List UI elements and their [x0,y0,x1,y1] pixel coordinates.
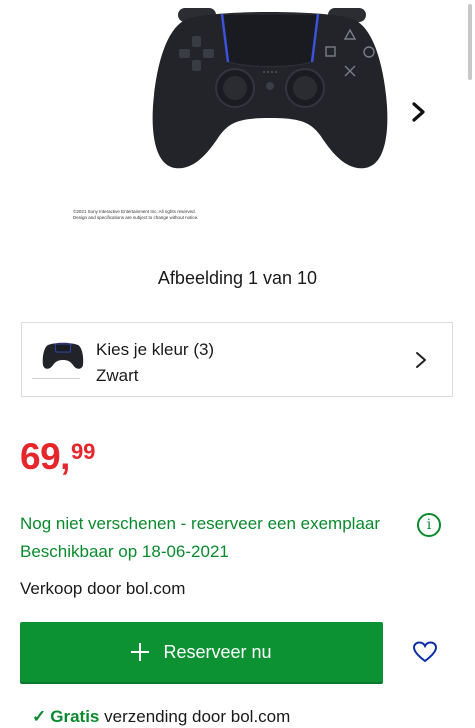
color-thumbnail [42,342,84,369]
shipping-text: verzending door bol.com [104,707,291,726]
selected-color: Zwart [96,366,139,385]
thumbnail-divider [32,378,80,379]
chevron-right-icon [416,352,426,368]
heart-icon[interactable] [413,641,437,663]
copyright-notice: ©2021 Sony Interactive Entertainment Inc… [73,209,199,220]
seller-info: Verkoop door bol.com [20,579,186,598]
reserve-button-label: Reserveer nu [163,641,272,662]
shipping-free-label: Gratis [50,707,100,726]
image-counter: Afbeelding 1 van 10 [157,268,318,288]
release-date: Beschikbaar op 18-06-2021 [20,542,229,561]
color-picker-title: Kies je kleur (3) [96,340,215,359]
price: 69,99 [20,436,95,478]
price-main: 69, [20,436,70,477]
reserve-button[interactable]: Reserveer nu [20,622,383,682]
info-icon[interactable]: i [417,513,441,537]
shipping-info: ✓ Gratis verzending door bol.com [32,707,290,727]
chevron-right-icon[interactable] [408,99,430,125]
plus-icon [131,643,150,661]
color-picker[interactable]: Kies je kleur (3) Zwart [21,322,453,397]
availability-status: Nog niet verschenen - reserveer een exem… [20,514,381,533]
price-cents: 99 [70,439,96,464]
product-image [152,8,388,169]
product-page: ©2021 Sony Interactive Entertainment Inc… [0,0,475,728]
product-image-gallery[interactable]: ©2021 Sony Interactive Entertainment Inc… [0,0,475,262]
check-icon: ✓ [32,707,47,726]
